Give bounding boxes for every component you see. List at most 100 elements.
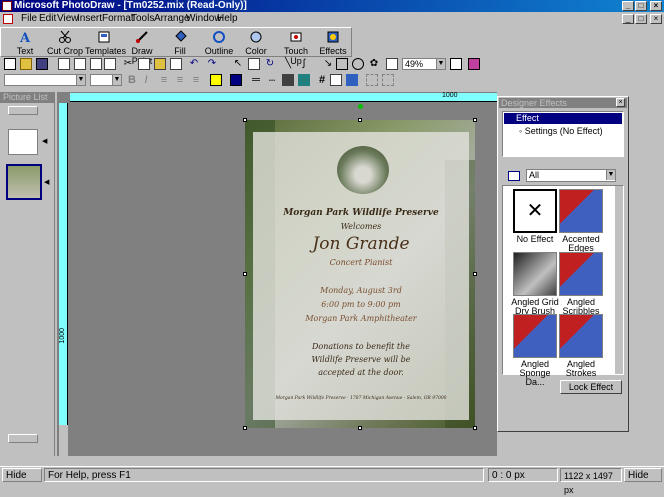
text-tool-button[interactable]: A Text [7,28,43,58]
cut-crop-button[interactable]: Cut Crop [45,28,85,58]
format-painter-icon[interactable] [170,58,182,70]
font-combo[interactable]: ▼ [4,74,86,86]
align-left-icon[interactable]: ≡ [158,74,170,86]
selection-handle[interactable] [358,118,362,122]
effect-accented-edges[interactable] [559,189,603,233]
help-icon[interactable] [468,58,480,70]
3d-icon[interactable] [298,74,310,86]
zoom-combo[interactable]: 49% ▼ [402,58,446,70]
doc-donation1: Donations to benefit the [311,342,411,351]
selection-handle[interactable] [473,272,477,276]
save-icon[interactable] [36,58,48,70]
doc-close-button[interactable]: × [650,14,662,24]
selection-handle[interactable] [473,426,477,430]
align-right-icon[interactable]: ≡ [190,74,202,86]
chevron-down-icon: ▼ [112,75,121,85]
pointer-icon[interactable]: ↖ [232,58,244,70]
picture-icon[interactable] [386,58,398,70]
send-icon[interactable] [104,58,116,70]
doc-restore-button[interactable]: □ [635,14,647,24]
order-icon[interactable] [382,74,394,86]
designer-effects-panel: Designer Effects × Effect ◦ Settings (No… [497,96,629,432]
curve-icon[interactable]: ∫ [298,58,310,70]
lock-effect-button[interactable]: Lock Effect [560,380,622,394]
dash-style-icon[interactable]: ┄ [266,74,278,87]
tree-item-settings[interactable]: ◦ Settings (No Effect) [519,126,603,136]
bold-icon[interactable]: B [126,74,138,86]
font-size-combo[interactable]: ▼ [90,74,122,86]
open-icon[interactable] [20,58,32,70]
standard-toolbar: ✂ ↶ ↷ ↖ ↻ ╲ ∫ ↘ ✿ 49% ▼ [0,58,496,72]
maximize-button[interactable]: □ [635,1,647,11]
effects-filter-combo[interactable]: All ▼ [526,169,616,182]
picture-thumbnail-document[interactable] [6,164,42,200]
shadow-icon[interactable] [282,74,294,86]
scroll-up-button[interactable] [8,106,38,115]
touch-up-button[interactable]: Touch Up [277,28,315,66]
hide-picture-list-button[interactable]: Hide [2,468,42,482]
cut-icon[interactable]: ✂ [122,58,134,70]
arrow-icon[interactable]: ↘ [322,58,334,70]
redo-icon[interactable]: ↷ [206,58,218,70]
crop-icon[interactable] [248,58,260,70]
group-icon[interactable] [346,74,358,86]
document-icon[interactable] [3,14,13,24]
align-center-icon[interactable]: ≡ [174,74,186,86]
line-icon[interactable]: ╲ [282,58,294,70]
line-style-icon[interactable]: ═ [250,74,262,86]
selection-handle[interactable] [358,426,362,430]
doc-footer: Morgan Park Wildlife Preserve · 1787 Mic… [275,396,447,401]
rectangle-icon[interactable] [336,58,348,70]
print-icon[interactable] [58,58,70,70]
effect-angled-grid-dry-brush[interactable] [513,252,557,296]
rotation-handle[interactable] [358,104,363,109]
line-color-icon[interactable] [230,74,242,86]
ungroup-icon[interactable] [366,74,378,86]
effect-label: Angled Sponge Da... [519,359,551,387]
fill-button[interactable]: Fill [163,28,197,58]
effect-angled-sponge-dab[interactable] [513,314,557,358]
draw-paint-button[interactable]: Draw Paint [123,28,161,66]
menu-help[interactable]: Help [215,12,240,26]
status-size: 1122 x 1497 px [560,468,622,495]
effect-angled-scribbles[interactable] [559,252,603,296]
fill-color-icon[interactable] [210,74,222,86]
selection-handle[interactable] [243,118,247,122]
italic-icon[interactable]: I [140,74,152,86]
grid-icon[interactable]: # [316,74,328,86]
outline-button[interactable]: Outline [201,28,237,58]
hide-effects-button[interactable]: Hide [624,468,662,482]
ellipse-icon[interactable] [352,58,364,70]
paste-icon[interactable] [154,58,166,70]
gallery-scrollbar[interactable] [615,186,623,374]
templates-button[interactable]: Templates [85,28,126,58]
close-button[interactable]: × [650,1,662,11]
effects-close-button[interactable]: × [616,98,625,107]
scroll-down-button[interactable] [8,434,38,443]
shape-icon[interactable]: ✿ [368,58,380,70]
scan-icon[interactable] [90,58,102,70]
rotate-icon[interactable]: ↻ [264,58,276,70]
copy-icon[interactable] [138,58,150,70]
doc-time: 6:00 pm to 9:00 pm [321,300,401,309]
minimize-button[interactable]: _ [622,1,634,11]
chevron-down-icon: ▼ [436,59,445,69]
brush-icon [136,31,148,43]
zoom-fit-icon[interactable] [450,58,462,70]
undo-icon[interactable]: ↶ [188,58,200,70]
effects-button[interactable]: Effects [315,28,351,58]
doc-role: Concert Pianist [329,258,393,267]
selection-handle[interactable] [243,426,247,430]
selection-handle[interactable] [473,118,477,122]
picture-thumbnail-blank[interactable] [8,129,38,155]
effect-angled-strokes[interactable] [559,314,603,358]
tree-item-effect[interactable]: Effect [504,113,622,124]
align-icon[interactable] [330,74,342,86]
selection-handle[interactable] [243,272,247,276]
color-button[interactable]: Color [239,28,273,58]
new-icon[interactable] [4,58,16,70]
effect-no-effect[interactable]: ✕ [513,189,557,233]
color-icon [250,31,262,43]
print-preview-icon[interactable] [74,58,86,70]
doc-minimize-button[interactable]: _ [622,14,634,24]
